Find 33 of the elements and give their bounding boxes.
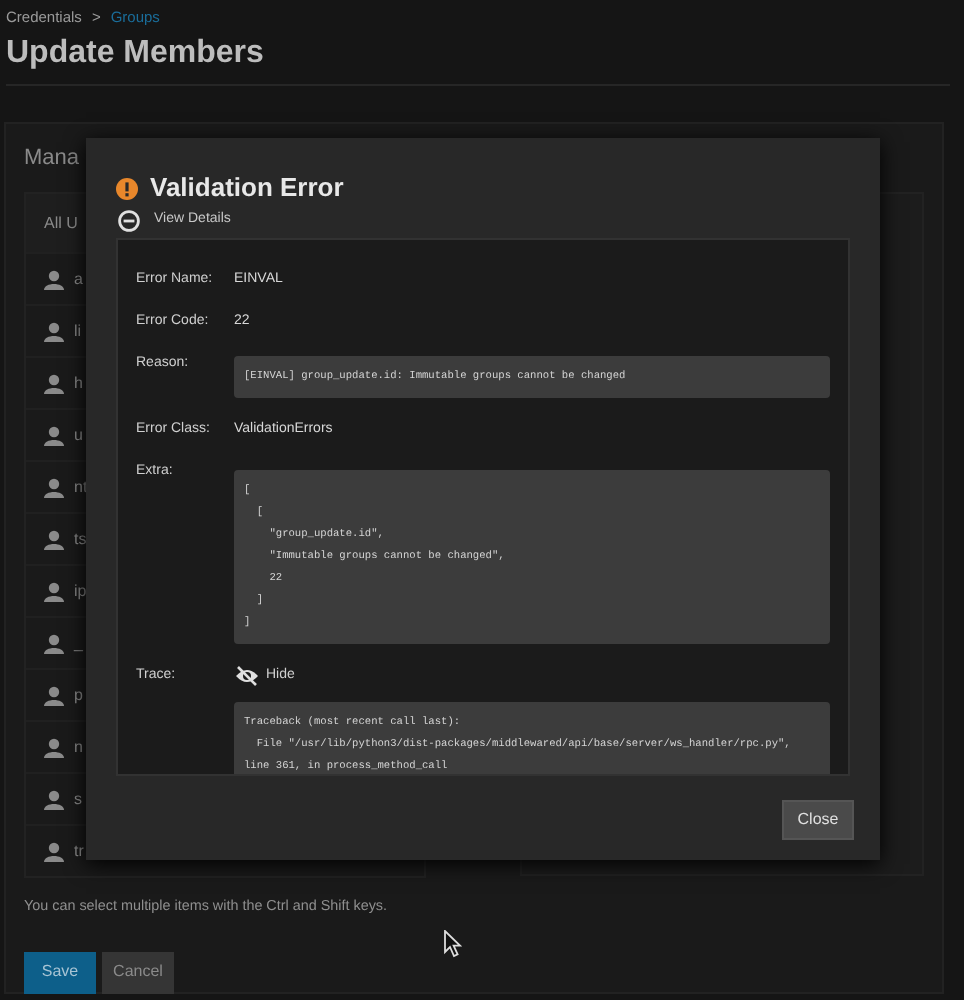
save-button[interactable]: Save [24,951,96,994]
user-icon [44,841,64,861]
collapse-icon [118,209,140,231]
user-name: ts [74,527,87,551]
user-name: li [74,319,82,343]
user-icon [44,581,64,601]
card-title: Mana [24,144,82,174]
cursor-icon [444,930,462,958]
user-icon [44,737,64,757]
page-title: Update Members [6,34,266,74]
user-name: p [74,683,83,707]
user-name: nt [74,475,88,499]
user-name: s [74,787,82,811]
user-icon [44,685,64,705]
user-name: _ [74,631,83,655]
user-icon [44,633,64,653]
user-icon [44,321,64,341]
user-name: tr [74,839,84,863]
user-name: a [74,267,83,291]
user-name: ip [74,579,87,603]
eye-slash-icon [234,666,260,686]
warning-icon [116,177,138,199]
cancel-button[interactable]: Cancel [102,951,174,994]
user-name: n [74,735,83,759]
user-icon [44,529,64,549]
user-icon [44,373,64,393]
user-icon [44,477,64,497]
close-button[interactable]: Close [782,800,854,840]
user-icon [44,269,64,289]
user-name: h [74,371,83,395]
user-icon [44,425,64,445]
user-icon [44,789,64,809]
user-name: u [74,423,83,447]
